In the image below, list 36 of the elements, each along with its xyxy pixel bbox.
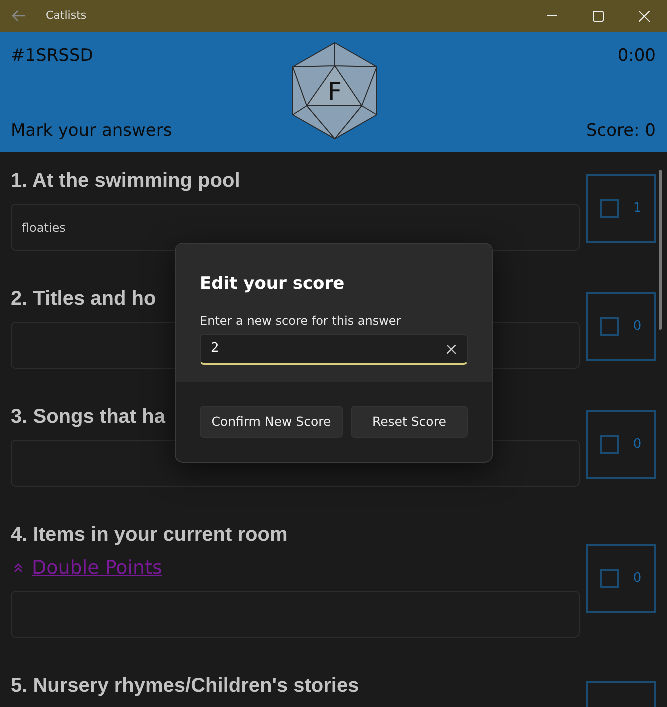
score-count: 0	[633, 570, 642, 588]
question-title: 3. Songs that ha	[11, 405, 166, 430]
score-box[interactable]: 0	[586, 410, 656, 479]
window-title: Catlists	[46, 8, 87, 24]
answer-field[interactable]: floaties	[11, 204, 580, 251]
timer: 0:00	[618, 45, 656, 68]
checkbox[interactable]	[600, 317, 620, 336]
checkbox[interactable]	[600, 435, 620, 454]
checkbox[interactable]	[600, 569, 620, 588]
score-count: 0	[633, 318, 642, 336]
checkbox[interactable]	[600, 199, 620, 218]
question-title: 2. Titles and ho	[11, 287, 156, 312]
score-box[interactable]: 1	[586, 174, 656, 243]
clear-icon[interactable]	[447, 344, 456, 354]
close-icon[interactable]	[638, 10, 650, 22]
score-box[interactable]: 0	[586, 544, 656, 614]
field-label: Enter a new score for this answer	[200, 312, 402, 330]
dialog-button[interactable]: Confirm New Score	[200, 406, 343, 438]
question-title: 1. At the swimming pool	[11, 169, 240, 194]
bonus-link[interactable]: Double Points	[32, 554, 162, 582]
back-icon[interactable]	[12, 10, 26, 22]
score-count: 0	[633, 436, 642, 454]
question-title: 5. Nursery rhymes/Children's stories	[11, 674, 360, 698]
score-count: 1	[633, 200, 642, 218]
score-box[interactable]: 0	[586, 292, 656, 361]
dialog-button[interactable]: Reset Score	[350, 406, 468, 438]
double-chevron-icon	[14, 563, 23, 574]
score-input[interactable]: 2	[200, 334, 468, 364]
game-code: #1SRSSD	[11, 45, 94, 68]
maximize-icon[interactable]	[592, 10, 604, 22]
instruction-text: Mark your answers	[11, 120, 172, 142]
dialog-title: Edit your score	[200, 273, 346, 296]
score-label: Score: 0	[586, 120, 656, 142]
die-letter: F	[328, 78, 342, 106]
scrollbar[interactable]	[659, 170, 662, 330]
question-title: 4. Items in your current room	[11, 523, 288, 548]
